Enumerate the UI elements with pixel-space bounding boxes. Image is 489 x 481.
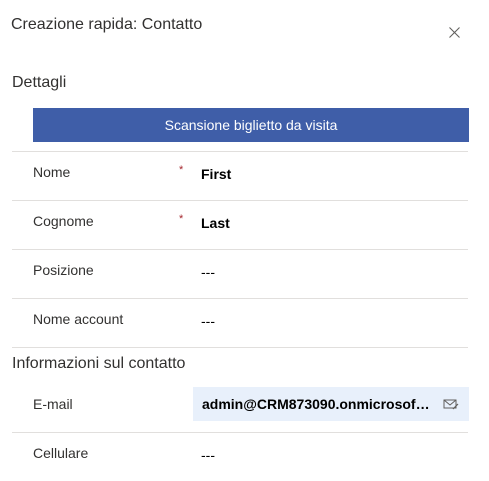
scan-business-card-button[interactable]: Scansione biglietto da visita	[33, 108, 469, 142]
section-title-contact-info: Informazioni sul contatto	[12, 355, 186, 372]
field-row-last-name: Cognome * Last	[0, 201, 489, 249]
account-name-field[interactable]: ---	[201, 313, 215, 329]
email-value[interactable]: admin@CRM873090.onmicrosoft.com	[202, 396, 430, 412]
dialog-title: Creazione rapida: Contatto	[11, 16, 203, 33]
close-button[interactable]	[446, 24, 462, 40]
first-name-field[interactable]: First	[201, 166, 231, 182]
field-label: Nome account	[33, 311, 124, 327]
field-row-mobile-phone: Cellulare ---	[0, 433, 489, 481]
section-title-details: Dettagli	[12, 74, 67, 91]
required-indicator: *	[179, 164, 184, 176]
mobile-phone-field[interactable]: ---	[201, 447, 215, 463]
send-email-icon[interactable]	[443, 397, 459, 411]
field-row-email: E-mail admin@CRM873090.onmicrosoft.com	[0, 383, 489, 431]
field-row-account-name: Nome account ---	[0, 299, 489, 347]
field-label: Cellulare	[33, 445, 89, 461]
last-name-field[interactable]: Last	[201, 215, 230, 231]
email-field[interactable]: admin@CRM873090.onmicrosoft.com	[193, 387, 469, 421]
divider	[12, 347, 468, 348]
field-label: E-mail	[33, 396, 73, 412]
required-indicator: *	[179, 213, 184, 225]
job-title-field[interactable]: ---	[201, 264, 215, 280]
field-label: Posizione	[33, 262, 94, 278]
field-label: Cognome	[33, 213, 94, 229]
field-label: Nome	[33, 164, 71, 180]
field-row-job-title: Posizione ---	[0, 250, 489, 298]
close-icon[interactable]	[448, 26, 460, 38]
field-row-first-name: Nome * First	[0, 152, 489, 200]
